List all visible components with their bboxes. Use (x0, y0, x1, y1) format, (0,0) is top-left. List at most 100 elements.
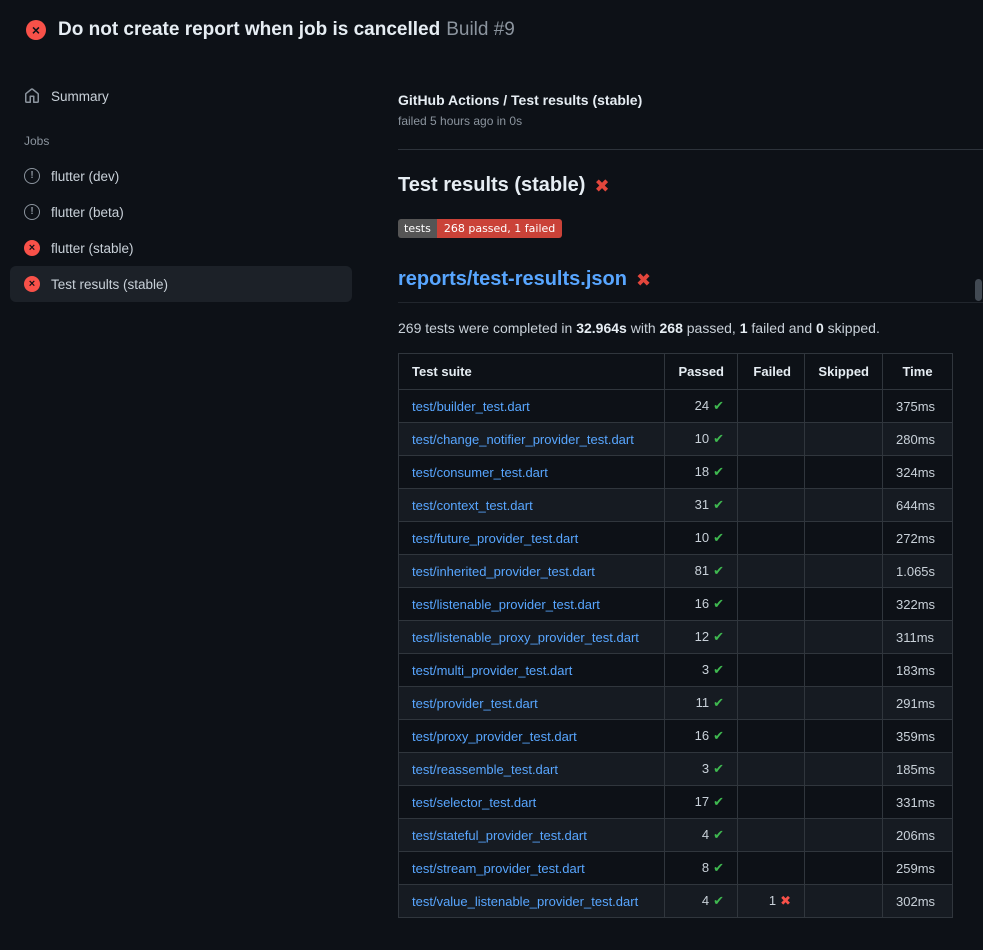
skipped-cell (805, 423, 883, 456)
time-cell: 324ms (883, 456, 953, 489)
test-suite-link[interactable]: test/listenable_provider_test.dart (412, 597, 600, 612)
test-suite-link[interactable]: test/future_provider_test.dart (412, 531, 578, 546)
sidebar-item-summary[interactable]: Summary (10, 78, 352, 114)
header-divider (398, 149, 983, 150)
check-icon: ✔ (713, 794, 724, 809)
skipped-cell (805, 885, 883, 918)
build-title-text: Do not create report when job is cancell… (58, 19, 440, 40)
table-row: test/context_test.dart 31✔ 644ms (399, 489, 953, 522)
neutral-status-icon: ! (24, 168, 40, 184)
table-row: test/inherited_provider_test.dart 81✔ 1.… (399, 555, 953, 588)
passed-cell: 16✔ (665, 720, 738, 753)
sidebar-item-flutter-dev[interactable]: ! flutter (dev) (10, 158, 352, 194)
passed-cell: 10✔ (665, 522, 738, 555)
test-suite-link[interactable]: test/provider_test.dart (412, 696, 538, 711)
failed-cell (738, 390, 805, 423)
table-row: test/stream_provider_test.dart 8✔ 259ms (399, 852, 953, 885)
time-cell: 291ms (883, 687, 953, 720)
passed-cell: 18✔ (665, 456, 738, 489)
report-link[interactable]: reports/test-results.json (398, 268, 627, 291)
column-header-test-suite: Test suite (399, 354, 665, 390)
table-row: test/listenable_proxy_provider_test.dart… (399, 621, 953, 654)
check-icon: ✔ (713, 893, 724, 908)
check-run-title-text: Test results (stable) (398, 174, 585, 197)
passed-cell: 12✔ (665, 621, 738, 654)
table-row: test/reassemble_test.dart 3✔ 185ms (399, 753, 953, 786)
skipped-cell (805, 555, 883, 588)
build-failed-icon: × (26, 20, 46, 40)
failed-cell (738, 819, 805, 852)
test-suite-link[interactable]: test/inherited_provider_test.dart (412, 564, 595, 579)
check-icon: ✔ (713, 695, 724, 710)
time-cell: 206ms (883, 819, 953, 852)
test-suite-link[interactable]: test/selector_test.dart (412, 795, 536, 810)
sidebar-item-label: flutter (beta) (51, 205, 124, 220)
report-heading: reports/test-results.json ✖ (398, 268, 983, 303)
table-row: test/provider_test.dart 11✔ 291ms (399, 687, 953, 720)
check-icon: ✔ (713, 827, 724, 842)
scrollbar-thumb[interactable] (975, 279, 982, 301)
skipped-cell (805, 489, 883, 522)
passed-cell: 17✔ (665, 786, 738, 819)
failed-cell (738, 588, 805, 621)
build-number: Build #9 (446, 19, 515, 40)
failed-cell (738, 621, 805, 654)
sidebar-item-flutter-beta[interactable]: ! flutter (beta) (10, 194, 352, 230)
sidebar-item-test-results-stable[interactable]: × Test results (stable) (10, 266, 352, 302)
test-results-table: Test suite Passed Failed Skipped Time te… (398, 353, 953, 918)
skipped-cell (805, 654, 883, 687)
sidebar-summary-label: Summary (51, 89, 109, 104)
time-cell: 322ms (883, 588, 953, 621)
home-icon (24, 88, 40, 104)
test-suite-link[interactable]: test/reassemble_test.dart (412, 762, 558, 777)
check-icon: ✔ (713, 662, 724, 677)
jobs-section-label: Jobs (10, 114, 380, 158)
table-row: test/stateful_provider_test.dart 4✔ 206m… (399, 819, 953, 852)
passed-cell: 24✔ (665, 390, 738, 423)
test-suite-link[interactable]: test/multi_provider_test.dart (412, 663, 572, 678)
passed-cell: 4✔ (665, 885, 738, 918)
failed-cell (738, 654, 805, 687)
passed-cell: 11✔ (665, 687, 738, 720)
skipped-cell (805, 753, 883, 786)
test-suite-link[interactable]: test/stateful_provider_test.dart (412, 828, 587, 843)
table-row: test/selector_test.dart 17✔ 331ms (399, 786, 953, 819)
skipped-cell (805, 522, 883, 555)
test-suite-link[interactable]: test/change_notifier_provider_test.dart (412, 432, 634, 447)
skipped-cell (805, 819, 883, 852)
sidebar-item-flutter-stable[interactable]: × flutter (stable) (10, 230, 352, 266)
cross-mark-icon: ✖ (636, 271, 651, 289)
failed-cell (738, 423, 805, 456)
test-suite-link[interactable]: test/builder_test.dart (412, 399, 530, 414)
time-cell: 280ms (883, 423, 953, 456)
passed-cell: 8✔ (665, 852, 738, 885)
sidebar-item-label: flutter (stable) (51, 241, 134, 256)
passed-cell: 3✔ (665, 753, 738, 786)
test-suite-link[interactable]: test/proxy_provider_test.dart (412, 729, 577, 744)
check-icon: ✔ (713, 497, 724, 512)
table-row: test/proxy_provider_test.dart 16✔ 359ms (399, 720, 953, 753)
check-icon: ✔ (713, 398, 724, 413)
time-cell: 302ms (883, 885, 953, 918)
build-header: × Do not create report when job is cance… (0, 0, 983, 56)
build-title: Do not create report when job is cancell… (58, 19, 515, 41)
test-suite-link[interactable]: test/value_listenable_provider_test.dart (412, 894, 638, 909)
test-suite-link[interactable]: test/listenable_proxy_provider_test.dart (412, 630, 639, 645)
check-icon: ✔ (713, 860, 724, 875)
skipped-cell (805, 588, 883, 621)
check-icon: ✔ (713, 629, 724, 644)
failed-cell (738, 489, 805, 522)
check-icon: ✔ (713, 431, 724, 446)
test-suite-link[interactable]: test/consumer_test.dart (412, 465, 548, 480)
sidebar-item-label: flutter (dev) (51, 169, 119, 184)
skipped-cell (805, 852, 883, 885)
time-cell: 644ms (883, 489, 953, 522)
table-header-row: Test suite Passed Failed Skipped Time (399, 354, 953, 390)
time-cell: 183ms (883, 654, 953, 687)
cross-mark-icon: ✖ (594, 177, 609, 195)
time-cell: 272ms (883, 522, 953, 555)
table-row: test/future_provider_test.dart 10✔ 272ms (399, 522, 953, 555)
test-suite-link[interactable]: test/stream_provider_test.dart (412, 861, 585, 876)
skipped-cell (805, 720, 883, 753)
test-suite-link[interactable]: test/context_test.dart (412, 498, 533, 513)
